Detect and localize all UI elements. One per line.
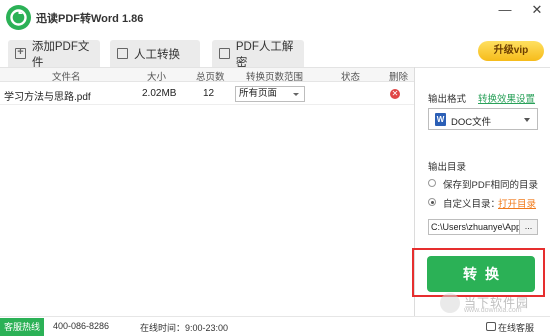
- file-size: 2.02MB: [142, 88, 177, 99]
- manual-convert-button[interactable]: 人工转换: [110, 40, 200, 67]
- col-status: 状态: [341, 72, 361, 83]
- col-delete: 删除: [389, 72, 409, 83]
- hotline-phone: 400-086-8286: [53, 321, 110, 331]
- col-size: 大小: [147, 72, 167, 83]
- table-row[interactable]: 学习方法与思路.pdf 2.02MB 12 所有页面 ✕: [0, 83, 414, 105]
- page-range-value: 所有页面: [239, 88, 278, 99]
- output-format-select[interactable]: W DOC文件: [428, 108, 538, 130]
- toolbar: 添加PDF文件 人工转换 PDF人工解密: [0, 36, 550, 69]
- app-title: 迅读PDF转Word 1.86: [36, 13, 144, 25]
- manual-decrypt-button[interactable]: PDF人工解密: [212, 40, 304, 69]
- same-dir-label[interactable]: 保存到PDF相同的目录: [443, 177, 538, 191]
- convert-button[interactable]: 转换: [427, 256, 535, 292]
- output-dir-label: 输出目录: [428, 162, 467, 173]
- title-bar: 迅读PDF转Word 1.86 — ✕: [0, 0, 550, 36]
- chat-icon: [486, 322, 496, 331]
- status-bar: 客服热线 400-086-8286 在线时间：9:00-23:00 在线客服: [0, 316, 550, 336]
- watermark-url: www.downxia.com: [464, 307, 522, 314]
- chevron-down-icon: [524, 118, 530, 122]
- service-hours: 在线时间：9:00-23:00: [140, 323, 229, 333]
- add-pdf-button[interactable]: 添加PDF文件: [8, 40, 100, 69]
- manual-convert-label: 人工转换: [134, 48, 180, 61]
- close-button[interactable]: ✕: [528, 2, 546, 18]
- output-path-input[interactable]: C:\Users\zhuanye\AppD: [428, 219, 520, 235]
- add-pdf-label: 添加PDF文件: [31, 40, 90, 69]
- watermark-logo-icon: [440, 293, 460, 313]
- open-dir-link[interactable]: 打开目录: [498, 196, 536, 210]
- watermark: 当下软件园 www.downxia.com: [440, 292, 550, 316]
- custom-dir-radio[interactable]: [428, 198, 436, 206]
- page-range-select[interactable]: 所有页面: [235, 86, 305, 102]
- chevron-down-icon: [293, 93, 299, 96]
- custom-dir-label[interactable]: 自定义目录：: [443, 196, 500, 210]
- minimize-button[interactable]: —: [496, 2, 514, 18]
- delete-icon[interactable]: ✕: [390, 89, 400, 99]
- manual-decrypt-label: PDF人工解密: [235, 40, 294, 69]
- browse-button[interactable]: ...: [520, 219, 538, 235]
- file-pages: 12: [203, 88, 215, 99]
- col-range: 转换页数范围: [246, 72, 304, 83]
- app-logo-icon: [6, 5, 31, 30]
- upgrade-vip-button[interactable]: 升级vip: [478, 41, 544, 61]
- add-file-icon: [15, 46, 26, 59]
- pdf-lock-icon: [219, 48, 230, 59]
- output-format-value: DOC文件: [451, 117, 492, 128]
- col-filename: 文件名: [52, 72, 81, 83]
- same-dir-radio[interactable]: [428, 179, 436, 187]
- effect-settings-link[interactable]: 转换效果设置: [478, 91, 535, 105]
- online-service-link[interactable]: 在线客服: [498, 321, 534, 334]
- hotline-label: 客服热线: [0, 318, 44, 336]
- document-icon: [117, 48, 128, 59]
- table-header: 文件名 大小 总页数 转换页数范围 状态 删除: [0, 68, 414, 83]
- word-doc-icon: W: [435, 113, 446, 126]
- file-name: 学习方法与思路.pdf: [4, 92, 91, 103]
- col-pages: 总页数: [196, 72, 225, 83]
- output-format-label: 输出格式: [428, 94, 467, 105]
